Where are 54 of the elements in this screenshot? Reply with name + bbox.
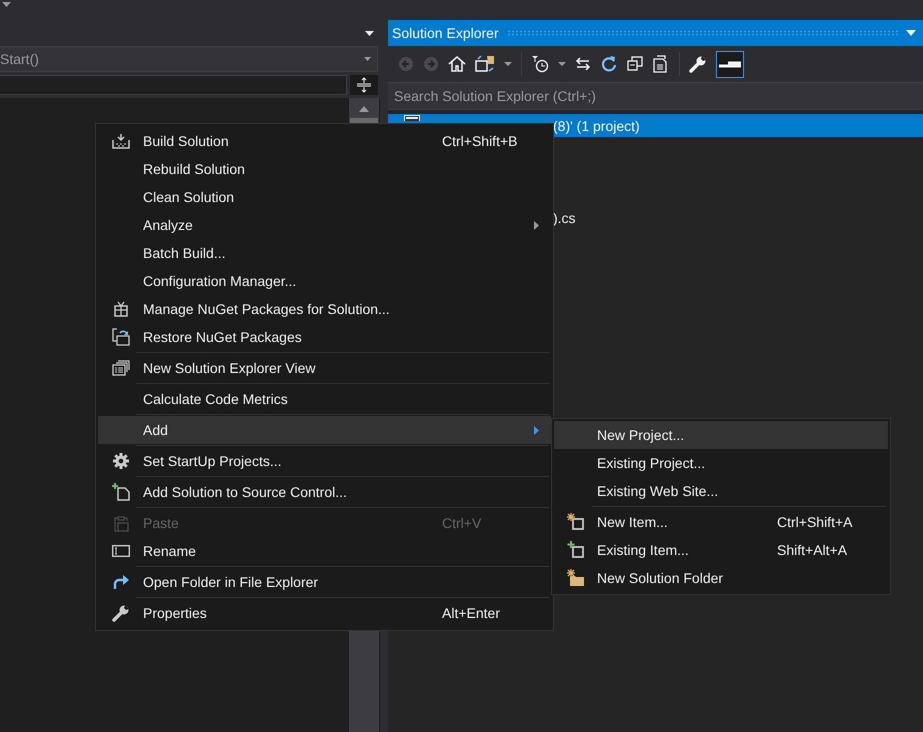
sync-arrows-icon[interactable] (575, 56, 591, 72)
gear-icon (112, 452, 130, 470)
menu-item[interactable]: Rename (98, 537, 551, 565)
home-icon[interactable] (448, 55, 466, 73)
scroll-up-icon[interactable] (359, 106, 369, 112)
menu-item[interactable]: New Project... (554, 421, 888, 449)
collapse-all-icon[interactable] (627, 56, 643, 72)
caret-icon[interactable] (2, 2, 11, 7)
build-icon (112, 133, 130, 149)
rename-icon (112, 545, 130, 557)
menu-item[interactable]: Open Folder in File Explorer (98, 568, 551, 596)
split-icon[interactable] (350, 75, 378, 95)
menu-item[interactable]: Analyze (98, 211, 551, 239)
refresh-icon[interactable] (600, 55, 618, 73)
switch-views-icon[interactable] (475, 55, 495, 73)
wrench-icon (112, 604, 130, 622)
add-document-icon (112, 483, 130, 501)
menu-item[interactable]: Existing Project... (554, 449, 888, 477)
menu-item[interactable]: Clean Solution (98, 183, 551, 211)
clipboard-icon (112, 514, 128, 532)
caret-icon[interactable] (558, 62, 566, 66)
menu-item[interactable]: Existing Item... Shift+Alt+A (554, 536, 888, 564)
wrench-icon[interactable] (689, 55, 707, 73)
menu-item[interactable]: Manage NuGet Packages for Solution... (98, 295, 551, 323)
menu-item[interactable]: Add Solution to Source Control... (98, 478, 551, 506)
windows-icon (112, 360, 130, 376)
menu-item[interactable]: Calculate Code Metrics (98, 385, 551, 413)
add-item-icon (566, 541, 584, 559)
new-folder-icon (566, 569, 584, 587)
menu-item[interactable]: Properties Alt+Enter (98, 599, 551, 627)
menu-item[interactable]: New Solution Explorer View (98, 354, 551, 382)
menu-item[interactable]: New Solution Folder (554, 564, 888, 592)
menu-item[interactable]: New Item... Ctrl+Shift+A (554, 508, 888, 536)
restore-icon (112, 328, 130, 346)
navigation-dropdown[interactable]: Start() (0, 46, 378, 72)
menu-item[interactable]: Batch Build... (98, 239, 551, 267)
caret-icon[interactable] (504, 62, 512, 66)
solution-icon (404, 115, 420, 121)
preview-toggle-icon[interactable] (716, 50, 744, 78)
new-item-icon (566, 513, 584, 531)
input-field[interactable] (0, 75, 347, 95)
clock-filter-icon[interactable] (531, 55, 549, 73)
menu-item[interactable]: Existing Web Site... (554, 477, 888, 505)
curved-arrow-icon (112, 574, 130, 590)
package-icon (114, 301, 128, 317)
panel-title: Solution Explorer (392, 25, 499, 41)
dropdown-caret-icon[interactable] (365, 30, 374, 36)
menu-item[interactable]: Configuration Manager... (98, 267, 551, 295)
menu-item[interactable]: Restore NuGet Packages (98, 323, 551, 351)
search-field[interactable]: Search Solution Explorer (Ctrl+;) (388, 82, 923, 110)
menu-item[interactable]: Add (98, 416, 551, 444)
menu-item[interactable]: Rebuild Solution (98, 155, 551, 183)
dropdown-caret-icon (364, 57, 371, 61)
menu-item[interactable]: Set StartUp Projects... (98, 447, 551, 475)
